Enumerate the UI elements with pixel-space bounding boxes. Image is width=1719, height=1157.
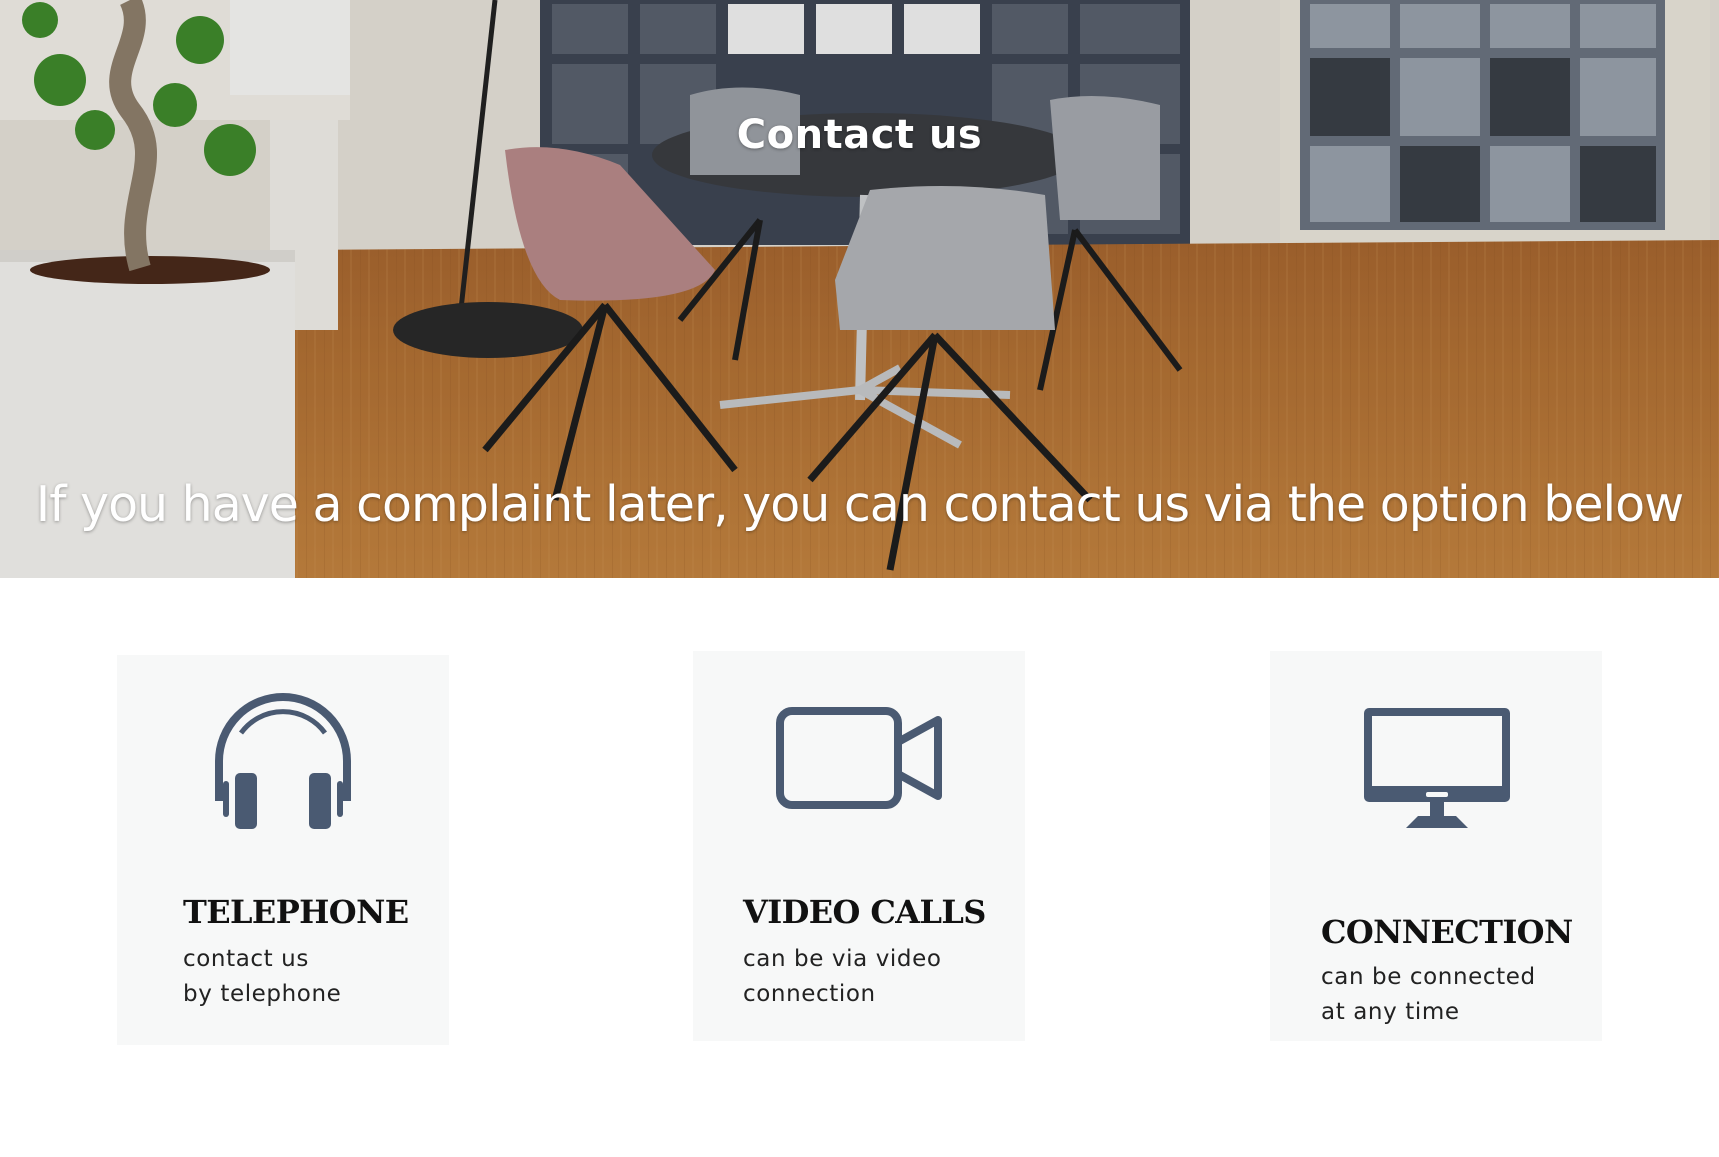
monitor-icon bbox=[1364, 708, 1510, 828]
card-description: can be connected at any time bbox=[1321, 964, 1536, 1025]
headphones-icon bbox=[215, 693, 351, 829]
hero-banner: Contact us If you have a complaint later… bbox=[0, 0, 1719, 578]
card-title: VIDEO CALLS bbox=[743, 893, 986, 931]
card-title: TELEPHONE bbox=[183, 893, 409, 931]
contact-card-video-calls[interactable]: VIDEO CALLS can be via video connection bbox=[693, 651, 1025, 1041]
page-title: Contact us bbox=[736, 112, 983, 158]
card-description: can be via video connection bbox=[743, 946, 942, 1007]
hero-subtitle: If you have a complaint later, you can c… bbox=[35, 476, 1684, 533]
card-description: contact us by telephone bbox=[183, 946, 342, 1007]
video-camera-icon bbox=[776, 707, 942, 809]
contact-card-connection[interactable]: CONNECTION can be connected at any time bbox=[1270, 651, 1602, 1041]
card-title: CONNECTION bbox=[1321, 913, 1573, 951]
contact-card-telephone[interactable]: TELEPHONE contact us by telephone bbox=[117, 655, 449, 1045]
